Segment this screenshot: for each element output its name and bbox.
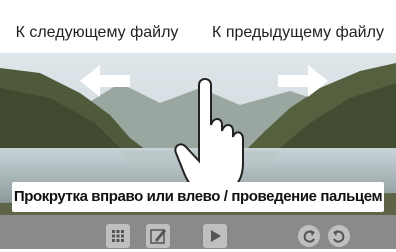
rotate-right-button[interactable] (328, 225, 350, 247)
edit-icon (150, 229, 166, 244)
thumbnail-grid-icon (112, 230, 124, 242)
thumbnail-grid-button[interactable] (106, 224, 130, 248)
rotate-right-icon (333, 230, 345, 243)
play-icon (211, 230, 221, 242)
top-status-strip (0, 0, 396, 13)
play-button[interactable] (203, 224, 227, 248)
bottom-toolbar (0, 215, 396, 249)
swipe-instruction-caption: Прокрутка вправо или влево / проведение … (12, 182, 384, 212)
rotate-left-icon (303, 230, 315, 243)
previous-file-label[interactable]: К предыдущему файлу (200, 13, 396, 53)
next-file-label[interactable]: К следующему файлу (0, 13, 194, 53)
rotate-left-button[interactable] (298, 225, 320, 247)
edit-button[interactable] (146, 224, 170, 248)
